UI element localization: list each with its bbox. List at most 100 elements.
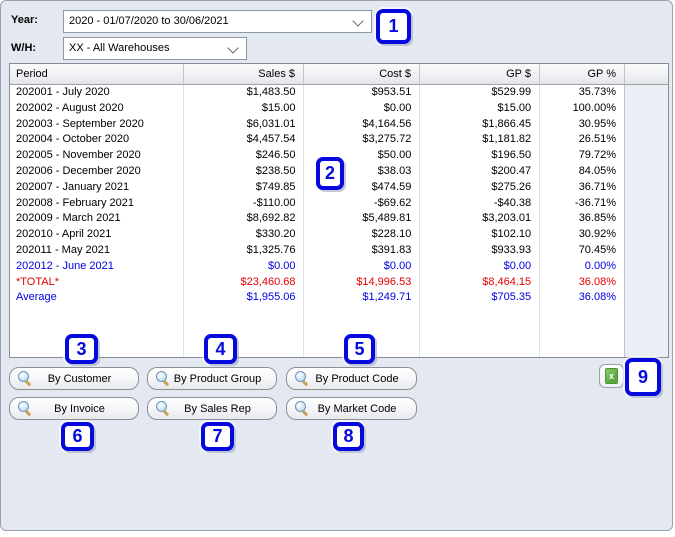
column-header-period[interactable]: Period — [10, 64, 184, 85]
cell-period: 202012 - June 2021 — [16, 259, 114, 272]
cell-cost: $5,489.81 — [362, 212, 412, 225]
cell-gp: 36.08% — [578, 275, 616, 288]
magnifier-icon — [156, 371, 171, 387]
cell-sales: $15.00 — [261, 101, 296, 114]
cell-gp: $0.00 — [503, 259, 532, 272]
cell-sales: $246.50 — [255, 149, 296, 162]
table-row[interactable]: *TOTAL* $23,460.68 $14,996.53 $8,464.15 36.0… — [10, 275, 624, 291]
table-row[interactable]: 202002 - August 2020 $15.00 $0.00 $15.00 100… — [10, 101, 624, 117]
cell-cost: $953.51 — [371, 86, 412, 98]
annotation-1: 1 — [376, 9, 411, 44]
cell-cost: -$69.62 — [374, 196, 412, 209]
annotation-3: 3 — [65, 334, 98, 364]
warehouse-label: W/H: — [11, 42, 37, 54]
cell-sales: $1,955.06 — [246, 291, 296, 304]
by-product-code-button[interactable]: By Product Code — [286, 367, 417, 390]
cell-gp: 36.71% — [578, 180, 616, 193]
cell-cost: $14,996.53 — [356, 275, 412, 288]
cell-sales: $1,325.76 — [246, 243, 296, 256]
cell-sales: $1,483.50 — [246, 86, 296, 98]
cell-period: 202003 - September 2020 — [16, 117, 144, 130]
cell-gp: 30.95% — [578, 117, 616, 130]
cell-sales: $749.85 — [255, 180, 296, 193]
cell-gp: -$40.38 — [493, 196, 532, 209]
cell-sales: $23,460.68 — [240, 275, 296, 288]
table-row[interactable]: 202010 - April 2021 $330.20 $228.10 $102.10… — [10, 227, 624, 243]
cell-gp: -36.71% — [575, 196, 616, 209]
table-row[interactable]: 202004 - October 2020 $4,457.54 $3,275.72 $… — [10, 132, 624, 148]
table-body: 202001 - July 2020 $1,483.50 $953.51 $529.9… — [10, 85, 625, 357]
cell-sales: $0.00 — [267, 259, 296, 272]
cell-gp: 100.00% — [572, 101, 616, 114]
cell-cost: $391.83 — [371, 243, 412, 256]
magnifier-icon — [156, 401, 171, 417]
cell-gp: $1,866.45 — [482, 117, 532, 130]
cell-sales: -$110.00 — [252, 196, 296, 209]
column-header-cost[interactable]: Cost $ — [304, 64, 420, 85]
magnifier-icon — [18, 401, 33, 417]
by-invoice-button[interactable]: By Invoice — [9, 397, 139, 420]
cell-sales: $238.50 — [255, 164, 296, 177]
by-customer-button[interactable]: By Customer — [9, 367, 139, 390]
button-label: By Product Code — [315, 372, 399, 385]
table-row[interactable]: 202011 - May 2021 $1,325.76 $391.83 $933.93… — [10, 243, 624, 259]
cell-cost: $1,249.71 — [362, 291, 412, 304]
year-select[interactable]: 2020 - 01/07/2020 to 30/06/2021 — [63, 10, 372, 33]
annotation-8: 8 — [333, 422, 364, 451]
excel-icon: x — [605, 368, 618, 384]
warehouse-select[interactable]: XX - All Warehouses — [63, 37, 247, 60]
year-select-value: 2020 - 01/07/2020 to 30/06/2021 — [69, 15, 229, 27]
cell-period: 202011 - May 2021 — [16, 243, 110, 256]
column-header-gp[interactable]: GP $ — [420, 64, 540, 85]
cell-cost: $228.10 — [371, 228, 412, 241]
cell-gp: $3,203.01 — [482, 212, 532, 225]
cell-gp: 30.92% — [578, 228, 616, 241]
annotation-6: 6 — [61, 422, 94, 451]
export-excel-button[interactable]: x — [599, 364, 624, 388]
cell-period: 202007 - January 2021 — [16, 180, 130, 193]
cell-gp: $196.50 — [491, 149, 532, 162]
by-market-code-button[interactable]: By Market Code — [286, 397, 417, 420]
report-panel: Year: 2020 - 01/07/2020 to 30/06/2021 W/… — [0, 0, 673, 531]
cell-cost: $0.00 — [383, 259, 412, 272]
cell-gp: 79.72% — [578, 149, 616, 162]
column-header-sales[interactable]: Sales $ — [184, 64, 304, 85]
annotation-7: 7 — [201, 422, 234, 451]
column-header-gp[interactable]: GP % — [540, 64, 625, 85]
table-row[interactable]: 202012 - June 2021 $0.00 $0.00 $0.00 0.00% — [10, 259, 624, 275]
button-label: By Sales Rep — [184, 402, 251, 415]
by-sales-rep-button[interactable]: By Sales Rep — [147, 397, 277, 420]
cell-period: 202008 - February 2021 — [16, 196, 135, 209]
magnifier-icon — [18, 371, 33, 387]
cell-cost: $0.00 — [383, 101, 412, 114]
cell-gp: $8,464.15 — [482, 275, 532, 288]
cell-gp: $933.93 — [491, 243, 532, 256]
table-row[interactable]: Average $1,955.06 $1,249.71 $705.35 36.08% — [10, 290, 624, 306]
cell-period: 202009 - March 2021 — [16, 212, 121, 225]
warehouse-select-value: XX - All Warehouses — [69, 42, 170, 54]
cell-sales: $6,031.01 — [246, 117, 296, 130]
cell-period: Average — [16, 291, 57, 304]
period-sales-table: Period Sales $ Cost $ GP $ GP % 202001 - Jul… — [9, 63, 669, 358]
button-label: By Product Group — [173, 372, 262, 385]
button-label: By Customer — [47, 372, 112, 385]
table-row[interactable]: 202003 - September 2020 $6,031.01 $4,164.5… — [10, 117, 624, 133]
by-product-group-button[interactable]: By Product Group — [147, 367, 277, 390]
column-header-filler — [625, 64, 668, 85]
year-label: Year: — [11, 14, 38, 26]
cell-period: *TOTAL* — [16, 275, 59, 288]
cell-period: 202004 - October 2020 — [16, 133, 130, 146]
cell-gp: 0.00% — [584, 259, 616, 272]
magnifier-icon — [295, 401, 310, 417]
cell-gp: 84.05% — [578, 164, 616, 177]
chevron-down-icon — [352, 15, 364, 27]
table-row[interactable]: 202008 - February 2021 -$110.00 -$69.62 -$4… — [10, 196, 624, 212]
cell-gp: $102.10 — [491, 228, 532, 241]
table-row[interactable]: 202009 - March 2021 $8,692.82 $5,489.81 $3,… — [10, 211, 624, 227]
annotation-9: 9 — [625, 358, 661, 396]
table-row[interactable]: 202001 - July 2020 $1,483.50 $953.51 $529.9… — [10, 85, 624, 101]
cell-gp: $529.99 — [491, 86, 532, 98]
cell-gp: 36.85% — [578, 212, 616, 225]
annotation-2: 2 — [316, 157, 344, 190]
cell-sales: $4,457.54 — [246, 133, 296, 146]
